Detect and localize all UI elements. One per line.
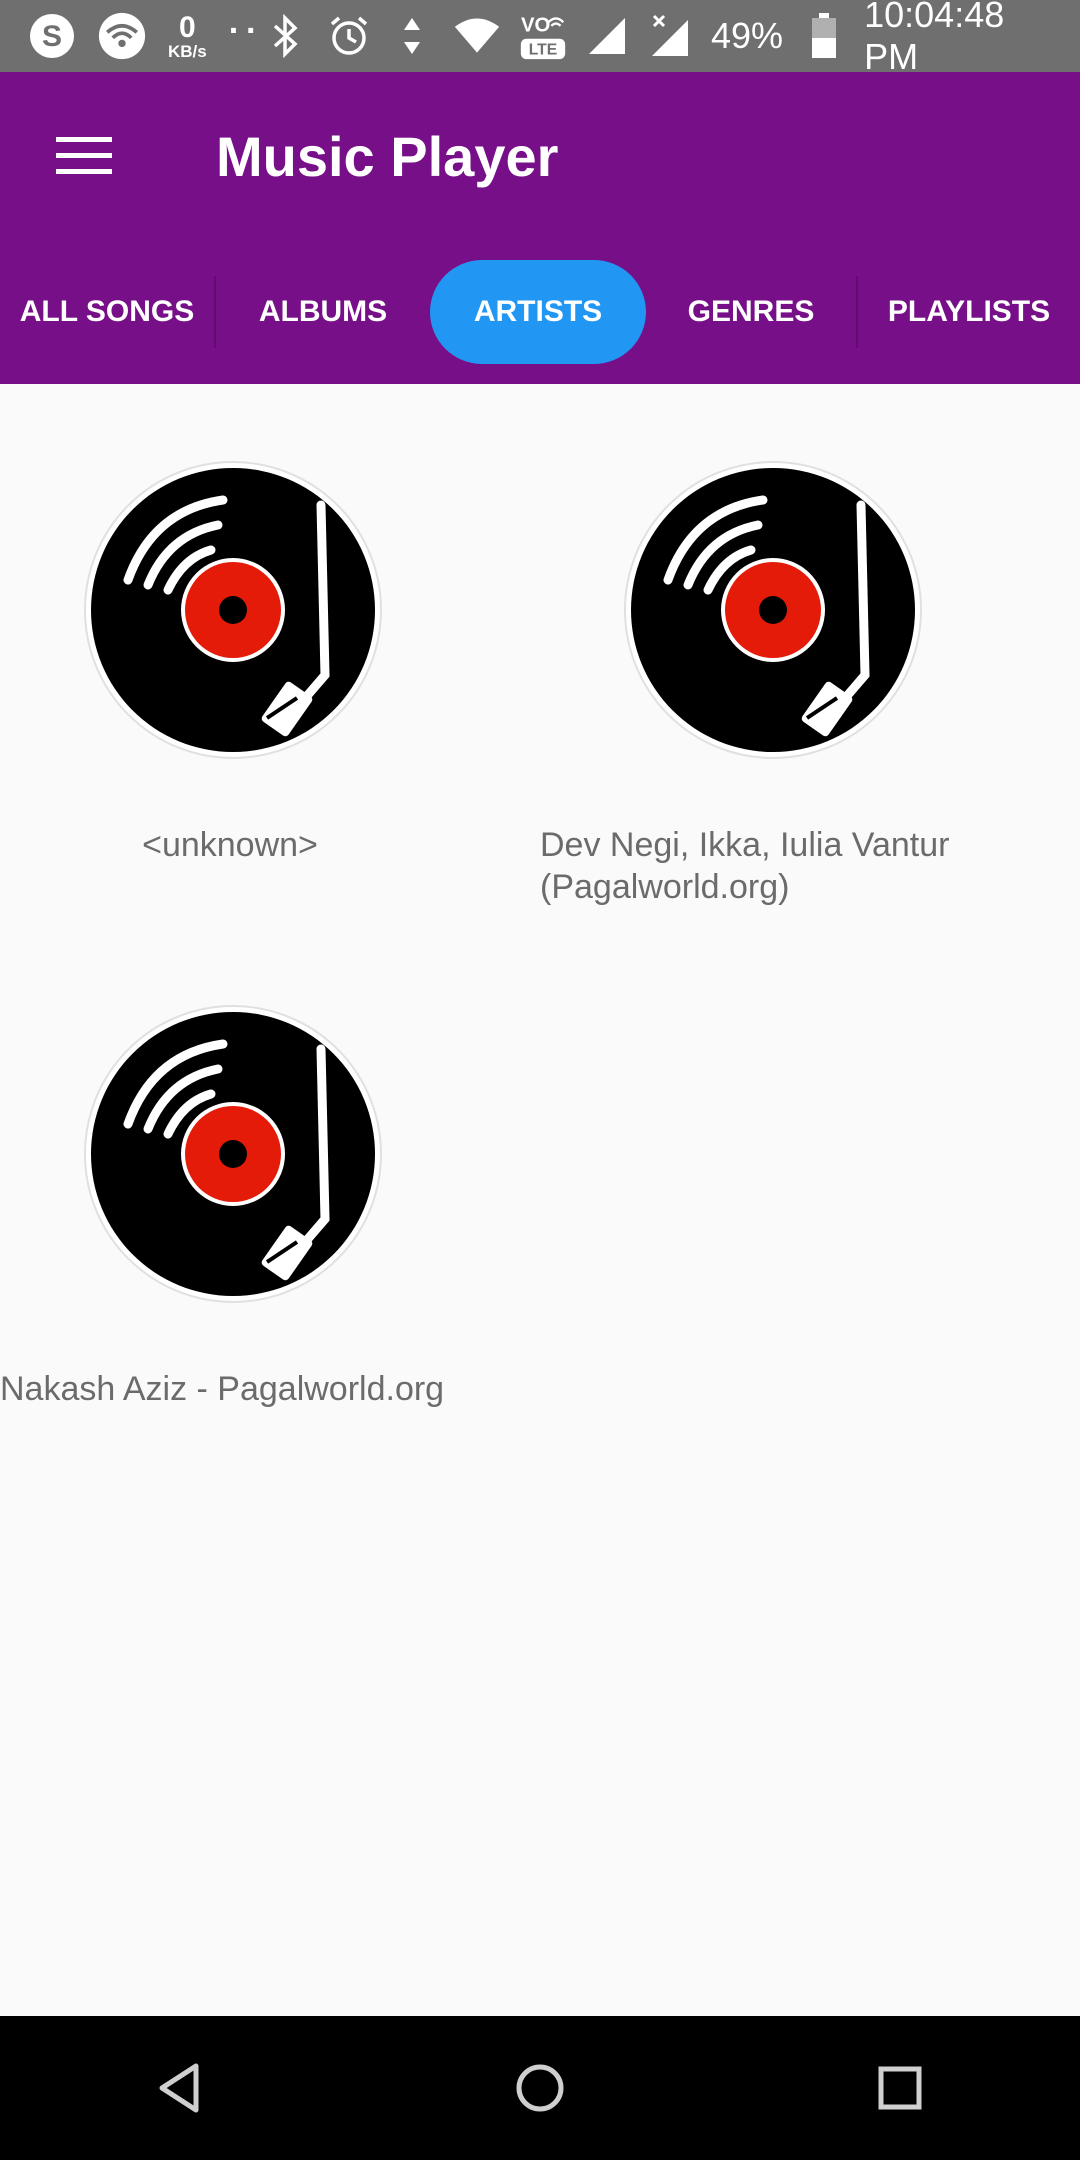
skype-icon: S	[28, 12, 76, 60]
tab-all-songs[interactable]: ALL SONGS	[0, 260, 214, 364]
svg-text:S: S	[42, 20, 62, 53]
app-title: Music Player	[216, 124, 559, 188]
volte-icon: VO LTE	[519, 12, 567, 60]
artist-name: Dev Negi, Ikka, Iulia Vantur (Pagalworld…	[540, 824, 1080, 908]
clock: 10:04:48 PM	[864, 0, 1005, 77]
notification-dots: ··	[228, 11, 264, 50]
menu-button[interactable]	[42, 114, 126, 198]
artist-item[interactable]: Nakash Aziz - Pagalworld.org	[0, 928, 540, 1468]
alarm-icon	[327, 12, 372, 60]
app-bar: Music Player	[0, 72, 1080, 240]
artist-name: Nakash Aziz - Pagalworld.org	[0, 1368, 540, 1410]
tab-albums[interactable]: ALBUMS	[216, 260, 430, 364]
artist-item[interactable]: Dev Negi, Ikka, Iulia Vantur (Pagalworld…	[540, 384, 1080, 924]
back-button[interactable]	[130, 2038, 230, 2138]
bluetooth-icon	[263, 12, 308, 60]
wifi-hotspot-icon	[98, 12, 146, 60]
hamburger-menu-icon	[56, 137, 112, 174]
lte-text: LTE	[528, 41, 556, 58]
home-circle-icon	[516, 2064, 564, 2112]
battery-percent: 49%	[710, 15, 783, 56]
vinyl-record-icon	[624, 461, 922, 759]
artist-name-line: (Pagalworld.org)	[540, 868, 790, 906]
system-nav-bar	[0, 2016, 1080, 2160]
tab-artists[interactable]: ARTISTS	[430, 260, 646, 364]
artist-name-line: <unknown>	[142, 826, 318, 864]
recents-button[interactable]	[850, 2038, 950, 2138]
volte-text: VO	[521, 14, 550, 36]
artist-name-line: Dev Negi, Ikka, Iulia Vantur	[540, 826, 950, 864]
signal-icon	[585, 12, 630, 60]
network-speed-unit: KB/s	[168, 41, 207, 61]
artist-name-line: Nakash Aziz - Pagalworld.org	[0, 1370, 445, 1408]
signal-no-service-icon	[648, 12, 693, 60]
network-speed-value: 0	[179, 10, 196, 44]
artist-name: <unknown>	[0, 824, 460, 866]
artists-grid: <unknown> Dev Negi, Ikka, Iulia Vantur (…	[0, 384, 1080, 2016]
wifi-icon	[453, 12, 501, 60]
status-bar: S 0 KB/s ·· VO LTE 49% 10:04:48 PM	[0, 0, 1080, 77]
tab-bar: ALL SONGS ALBUMS ARTISTS GENRES PLAYLIST…	[0, 240, 1080, 384]
tab-playlists[interactable]: PLAYLISTS	[858, 260, 1080, 364]
network-speed: 0 KB/s	[168, 10, 207, 61]
data-transfer-icon	[390, 12, 435, 60]
home-button[interactable]	[490, 2038, 590, 2138]
battery-icon	[801, 12, 846, 60]
artist-item[interactable]: <unknown>	[0, 384, 540, 924]
vinyl-record-icon	[84, 1005, 382, 1303]
tab-genres[interactable]: GENRES	[646, 260, 856, 364]
vinyl-record-icon	[84, 461, 382, 759]
back-triangle-icon	[159, 2063, 199, 2113]
recents-square-icon	[878, 2066, 922, 2110]
